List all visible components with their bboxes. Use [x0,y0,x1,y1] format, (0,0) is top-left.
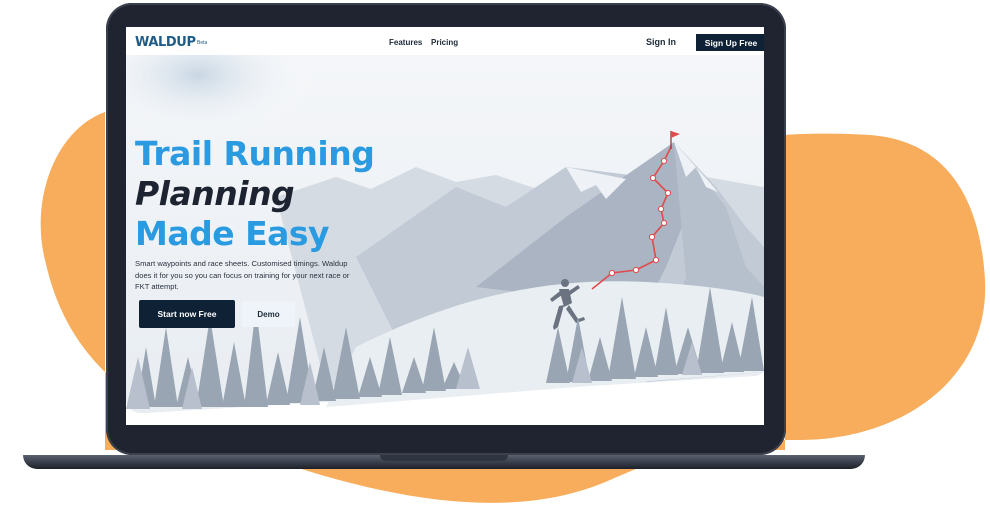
nav-link-pricing[interactable]: Pricing [431,38,458,47]
beta-badge: Beta [197,40,208,46]
nav-link-features[interactable]: Features [389,38,422,47]
start-now-free-button[interactable]: Start now Free [139,300,235,328]
page: WALDUP Beta Features Pricing Sign In Sig… [0,0,990,528]
laptop-hinge-notch [380,455,508,461]
sign-in-link[interactable]: Sign In [646,37,676,47]
hero-description: Smart waypoints and race sheets. Customi… [135,259,350,291]
laptop-screen: WALDUP Beta Features Pricing Sign In Sig… [126,27,764,425]
waldup-logo[interactable]: WALDUP [135,35,196,50]
top-nav: WALDUP Beta Features Pricing Sign In Sig… [126,27,764,57]
hero-title-line-1: Trail Running [135,134,375,173]
hero-title-line-3: Made Easy [135,214,330,253]
demo-button[interactable]: Demo [242,301,295,327]
sign-up-button[interactable]: Sign Up Free [696,34,764,51]
hero-title-line-2: Planning [135,174,295,213]
